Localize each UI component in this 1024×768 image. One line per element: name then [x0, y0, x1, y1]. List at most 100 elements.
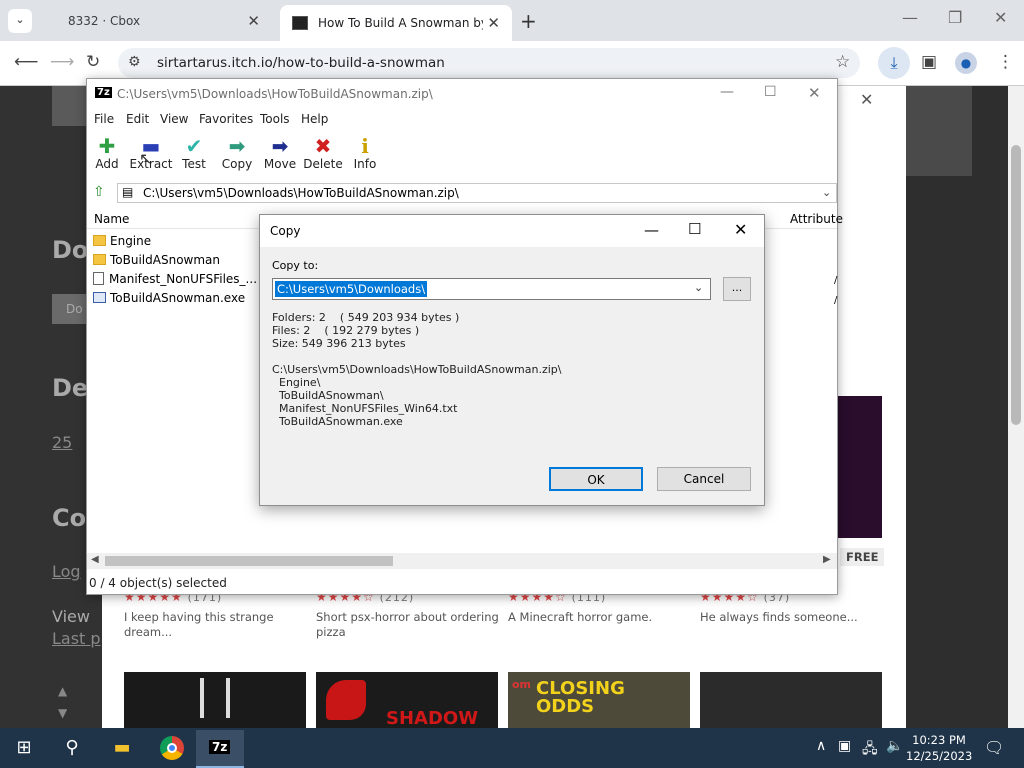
minimize-icon[interactable]: — [720, 84, 734, 100]
maximize-icon[interactable]: ☐ [688, 220, 701, 238]
close-icon[interactable]: ✕ [487, 14, 500, 32]
test-button[interactable]: ✔ Test [172, 135, 216, 171]
scroll-right-icon[interactable]: ▶ [823, 554, 831, 565]
search-icon[interactable]: ⚲ [52, 732, 92, 764]
chevron-down-icon[interactable]: ⌄ [822, 186, 831, 199]
up-folder-icon[interactable]: ⇧ [93, 184, 105, 200]
menu-favorites[interactable]: Favorites [199, 112, 253, 126]
maximize-icon[interactable]: ☐ [764, 84, 777, 100]
download-icon[interactable]: ⤓ [878, 47, 910, 79]
menu-edit[interactable]: Edit [126, 112, 149, 126]
tab-search-button[interactable]: ⌄ [8, 9, 32, 33]
close-icon[interactable]: ✕ [734, 220, 747, 239]
back-icon[interactable]: ⟵ [14, 52, 38, 72]
bookmark-star-icon[interactable]: ☆ [835, 52, 850, 72]
windows-start-icon[interactable]: ⊞ [4, 732, 44, 764]
move-arrow-icon: ➡ [271, 134, 289, 158]
plus-icon: ✚ [98, 134, 116, 158]
scrollbar-thumb[interactable] [105, 556, 393, 566]
game-thumbnail[interactable] [124, 672, 306, 728]
info-button[interactable]: i Info [343, 135, 387, 171]
tray-chevron-icon[interactable]: ∧ [816, 738, 826, 754]
close-icon[interactable]: ✕ [247, 12, 260, 30]
stats-files: Files: 2 ( 192 279 bytes ) [272, 324, 420, 337]
menu-view[interactable]: View [160, 112, 188, 126]
copy-button[interactable]: ➡ Copy [215, 135, 259, 171]
folder-icon [93, 235, 106, 246]
column-attributes[interactable]: Attribute [790, 212, 843, 226]
text-fragment: / [834, 275, 838, 286]
thumb-label: om [512, 678, 532, 691]
chrome-icon[interactable] [160, 736, 184, 760]
restore-icon[interactable]: ❐ [948, 8, 962, 27]
close-icon[interactable]: ✕ [808, 84, 821, 102]
thumb-art [200, 678, 230, 718]
minimize-icon[interactable]: — [644, 221, 659, 239]
url-text[interactable]: sirtartarus.itch.io/how-to-build-a-snowm… [157, 55, 445, 71]
file-explorer-icon[interactable]: ▬ [102, 732, 142, 764]
tray-app-icon[interactable]: ▣ [838, 738, 851, 754]
clock-time: 10:23 PM [912, 733, 966, 747]
dialog-titlebar: Copy — ☐ ✕ [260, 215, 764, 247]
folder-icon [93, 254, 106, 265]
tab-cbox[interactable]: 8332 · Cbox ✕ [56, 6, 272, 36]
check-icon: ✔ [185, 134, 203, 158]
side-panel-icon[interactable]: ▣ [921, 52, 937, 72]
chrome-icon-center [167, 743, 177, 753]
profile-icon[interactable]: ● [955, 52, 977, 74]
close-icon[interactable]: ✕ [860, 90, 873, 109]
page-text: Co [52, 504, 87, 532]
menu-kebab-icon[interactable]: ⋮ [997, 52, 1014, 72]
ok-button[interactable]: OK [549, 467, 643, 491]
menu-tools[interactable]: Tools [260, 112, 290, 126]
notifications-icon[interactable]: 🗨 [984, 738, 1004, 757]
new-tab-icon[interactable]: + [520, 9, 537, 33]
copy-dialog: Copy — ☐ ✕ Copy to: C:\Users\vm5\Downloa… [259, 214, 765, 506]
cancel-button[interactable]: Cancel [657, 467, 751, 491]
copy-to-combobox[interactable]: C:\Users\vm5\Downloads\ ⌄ [272, 278, 711, 300]
page-link[interactable]: Log [52, 562, 81, 581]
page-text: De [52, 374, 89, 402]
close-icon[interactable]: ✕ [994, 8, 1007, 27]
menu-help[interactable]: Help [301, 112, 328, 126]
vote-down-icon[interactable]: ▼ [58, 706, 67, 720]
vote-up-icon[interactable]: ▲ [58, 684, 67, 698]
copy-to-input[interactable]: C:\Users\vm5\Downloads\ [275, 281, 428, 297]
page-scrollbar-thumb[interactable] [1011, 145, 1021, 425]
file-row[interactable]: ToBuildASnowman.exe [93, 288, 245, 307]
column-name[interactable]: Name [94, 212, 129, 226]
path-combobox[interactable]: ▤ C:\Users\vm5\Downloads\HowToBuildASnow… [117, 183, 837, 203]
menu-file[interactable]: File [94, 112, 114, 126]
window-title: C:\Users\vm5\Downloads\HowToBuildASnowma… [117, 87, 433, 101]
copy-arrow-icon: ➡ [228, 134, 246, 158]
chevron-down-icon[interactable]: ⌄ [694, 281, 703, 294]
game-thumbnail[interactable]: SHADOW [316, 672, 498, 729]
page-link[interactable]: 25 [52, 433, 72, 452]
page-link[interactable]: Last p [52, 629, 101, 648]
clock[interactable]: 10:23 PM 12/25/2023 [906, 732, 972, 764]
delete-button[interactable]: ✖ Delete [301, 135, 345, 171]
browse-button[interactable]: ... [723, 277, 751, 301]
add-button[interactable]: ✚ Add [85, 135, 129, 171]
reload-icon[interactable]: ↻ [86, 52, 100, 72]
game-thumbnail[interactable]: CLOSING ODDS om [508, 672, 690, 728]
file-row[interactable]: Engine [93, 231, 151, 250]
file-row[interactable]: Manifest_NonUFSFiles_... [93, 269, 257, 288]
file-row[interactable]: ToBuildASnowman [93, 250, 220, 269]
mouse-cursor-icon: ↖ [139, 149, 153, 168]
move-button[interactable]: ➡ Move [258, 135, 302, 171]
volume-icon[interactable]: 🔈 [886, 738, 903, 754]
network-icon[interactable]: 🖧 [862, 738, 878, 762]
scroll-left-icon[interactable]: ◀ [91, 554, 99, 565]
sevenzip-taskbar-button[interactable]: 7z [196, 730, 244, 768]
horizontal-scrollbar[interactable]: ◀ ▶ [87, 553, 837, 569]
minimize-icon[interactable]: — [902, 8, 918, 27]
path-text[interactable]: C:\Users\vm5\Downloads\HowToBuildASnowma… [143, 186, 459, 200]
game-thumbnail[interactable] [700, 672, 882, 728]
game-thumbnail[interactable] [838, 396, 882, 538]
page-side-block [906, 86, 972, 176]
source-item: Manifest_NonUFSFiles_Win64.txt [272, 402, 458, 415]
site-info-icon[interactable]: ⚙ [128, 54, 141, 70]
tab-snowman[interactable]: How To Build A Snowman by Si ✕ [280, 5, 512, 41]
forward-icon[interactable]: ⟶ [50, 52, 74, 72]
